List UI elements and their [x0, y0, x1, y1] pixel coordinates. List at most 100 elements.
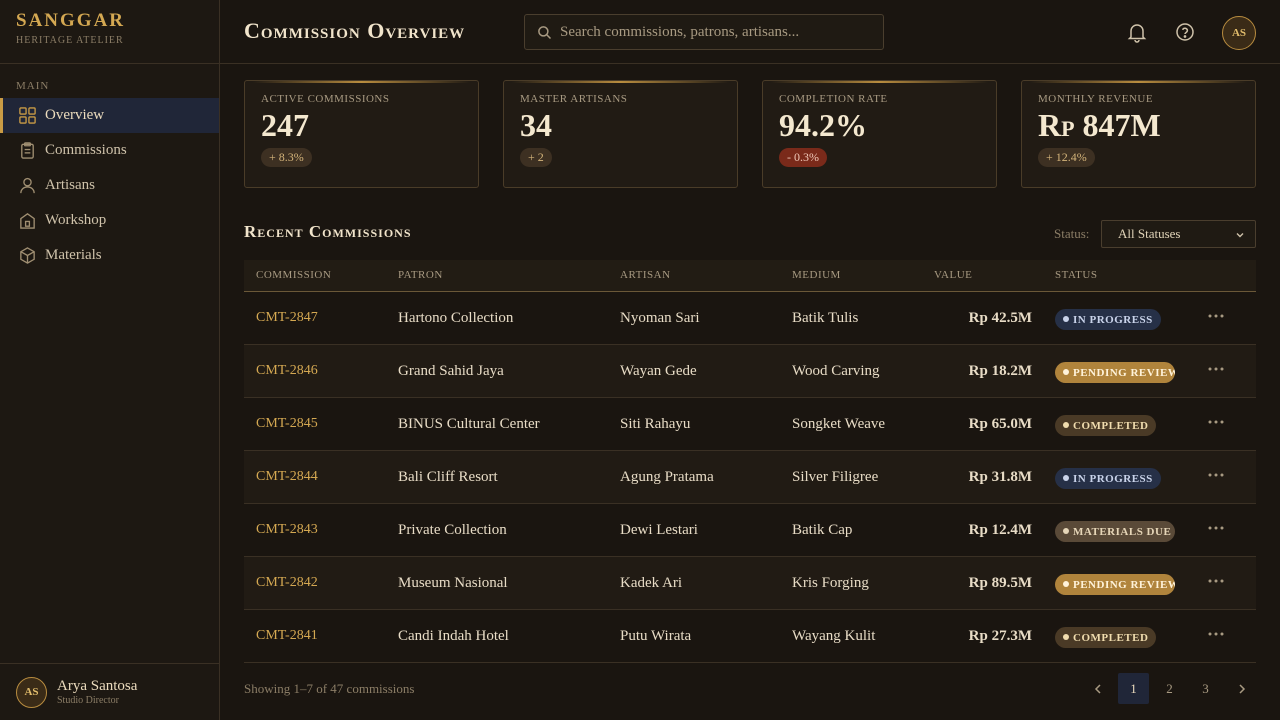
pagination-info: Showing 1–7 of 47 commissions	[244, 681, 415, 696]
prev-page-button[interactable]	[1082, 673, 1113, 704]
more-options-icon[interactable]	[1206, 306, 1226, 326]
column-header[interactable]: MEDIUM	[792, 269, 841, 281]
patron-cell: Private Collection	[398, 522, 507, 538]
value-cell: Rp 27.3M	[968, 628, 1032, 644]
sidebar-item-materials[interactable]: Materials	[0, 238, 219, 273]
artisan-cell: Dewi Lestari	[620, 522, 698, 538]
status-badge: COMPLETED	[1055, 627, 1157, 648]
patron-cell: Bali Cliff Resort	[398, 469, 498, 485]
value-cell: Rp 89.5M	[968, 575, 1032, 591]
commission-id-link[interactable]: CMT-2846	[256, 363, 318, 379]
table-row[interactable]: CMT-2844 Bali Cliff Resort Agung Pratama Si…	[244, 451, 1256, 504]
medium-cell: Kris Forging	[792, 575, 869, 591]
more-options-icon[interactable]	[1206, 359, 1226, 379]
value-cell: Rp 65.0M	[968, 416, 1032, 432]
sidebar: SANGGAR HERITAGE ATELIER MAIN Overview C…	[0, 0, 220, 720]
status-filter-value: All Statuses	[1118, 226, 1181, 241]
status-badge: COMPLETED	[1055, 415, 1157, 436]
sidebar-item-label: Commissions	[45, 142, 127, 158]
stat-label: MASTER ARTISANS	[520, 93, 628, 105]
brand-subtitle: HERITAGE ATELIER	[16, 35, 124, 46]
artisan-cell: Siti Rahayu	[620, 416, 691, 432]
stat-label: ACTIVE COMMISSIONS	[261, 93, 390, 105]
search-icon	[538, 25, 552, 39]
patron-cell: Candi Indah Hotel	[398, 628, 509, 644]
user-profile[interactable]: AS Arya Santosa Studio Director	[0, 663, 219, 720]
stat-label: COMPLETION RATE	[779, 93, 888, 105]
status-badge: MATERIALS DUE	[1055, 521, 1175, 542]
search-input[interactable]	[560, 23, 860, 41]
column-header[interactable]: COMMISSION	[256, 269, 331, 281]
table-row[interactable]: CMT-2842 Museum Nasional Kadek Ari Kris For…	[244, 557, 1256, 610]
column-header[interactable]: ARTISAN	[620, 269, 671, 281]
commission-id-link[interactable]: CMT-2844	[256, 469, 318, 485]
next-page-button[interactable]	[1226, 673, 1257, 704]
chevron-left-icon	[1094, 683, 1101, 694]
stat-delta: + 2	[520, 148, 552, 167]
column-header[interactable]: STATUS	[1055, 269, 1097, 281]
sidebar-item-artisans[interactable]: Artisans	[0, 168, 219, 203]
table-row[interactable]: CMT-2847 Hartono Collection Nyoman Sari Bat…	[244, 292, 1256, 345]
column-header[interactable]: PATRON	[398, 269, 443, 281]
bell-icon[interactable]	[1126, 21, 1148, 43]
header-avatar[interactable]: AS	[1222, 16, 1256, 50]
stat-card-completion-rate: COMPLETION RATE 94.2% - 0.3%	[762, 80, 997, 188]
stat-value: Rp 847M	[1038, 107, 1161, 143]
grid-icon	[19, 107, 36, 124]
patron-cell: BINUS Cultural Center	[398, 416, 540, 432]
status-filter-select[interactable]: All Statuses	[1101, 220, 1256, 248]
medium-cell: Wayang Kulit	[792, 628, 876, 644]
section-title: Recent Commissions	[244, 222, 412, 241]
status-filter-label: Status:	[1054, 226, 1090, 241]
user-name: Arya Santosa	[57, 678, 138, 694]
artisan-cell: Wayan Gede	[620, 363, 697, 379]
medium-cell: Batik Tulis	[792, 310, 859, 326]
commissions-table: COMMISSION PATRON ARTISAN MEDIUM VALUE S…	[244, 260, 1256, 663]
status-badge: IN PROGRESS	[1055, 468, 1161, 489]
page-button[interactable]: 2	[1154, 673, 1185, 704]
stat-label: MONTHLY REVENUE	[1038, 93, 1154, 105]
table-row[interactable]: CMT-2846 Grand Sahid Jaya Wayan Gede Wood C…	[244, 345, 1256, 398]
page-button[interactable]: 1	[1118, 673, 1149, 704]
column-header[interactable]: VALUE	[934, 269, 972, 281]
status-badge: IN PROGRESS	[1055, 309, 1161, 330]
avatar: AS	[16, 676, 47, 708]
sidebar-item-workshop[interactable]: Workshop	[0, 203, 219, 238]
stat-card-master-artisans: MASTER ARTISANS 34 + 2	[503, 80, 738, 188]
more-options-icon[interactable]	[1206, 571, 1226, 591]
sidebar-item-commissions[interactable]: Commissions	[0, 133, 219, 168]
page-button[interactable]: 3	[1190, 673, 1221, 704]
more-options-icon[interactable]	[1206, 412, 1226, 432]
table-row[interactable]: CMT-2845 BINUS Cultural Center Siti Rahayu…	[244, 398, 1256, 451]
artisan-cell: Agung Pratama	[620, 469, 714, 485]
value-cell: Rp 12.4M	[968, 522, 1032, 538]
patron-cell: Grand Sahid Jaya	[398, 363, 504, 379]
stat-delta: - 0.3%	[779, 148, 827, 167]
stat-value: 34	[520, 107, 552, 143]
more-options-icon[interactable]	[1206, 624, 1226, 644]
commission-id-link[interactable]: CMT-2845	[256, 416, 318, 432]
stat-value: 247	[261, 107, 309, 143]
sidebar-item-label: Overview	[45, 107, 105, 123]
top-header: Commission Overview AS	[220, 0, 1280, 64]
cube-icon	[20, 247, 35, 264]
brand: SANGGAR HERITAGE ATELIER	[0, 0, 219, 64]
user-icon	[20, 177, 35, 194]
table-row[interactable]: CMT-2843 Private Collection Dewi Lestari Ba…	[244, 504, 1256, 557]
commission-id-link[interactable]: CMT-2841	[256, 628, 318, 644]
commission-id-link[interactable]: CMT-2847	[256, 310, 318, 326]
commission-id-link[interactable]: CMT-2842	[256, 575, 318, 591]
commission-id-link[interactable]: CMT-2843	[256, 522, 318, 538]
value-cell: Rp 31.8M	[968, 469, 1032, 485]
artisan-cell: Putu Wirata	[620, 628, 692, 644]
medium-cell: Wood Carving	[792, 363, 880, 379]
more-options-icon[interactable]	[1206, 518, 1226, 538]
table-row[interactable]: CMT-2841 Candi Indah Hotel Putu Wirata Waya…	[244, 610, 1256, 663]
sidebar-item-overview[interactable]: Overview	[0, 98, 219, 133]
more-options-icon[interactable]	[1206, 465, 1226, 485]
page-title: Commission Overview	[244, 18, 466, 43]
help-icon[interactable]	[1174, 21, 1196, 43]
sidebar-item-label: Workshop	[45, 212, 107, 228]
search-box[interactable]	[524, 14, 884, 50]
artisan-cell: Kadek Ari	[620, 575, 683, 591]
